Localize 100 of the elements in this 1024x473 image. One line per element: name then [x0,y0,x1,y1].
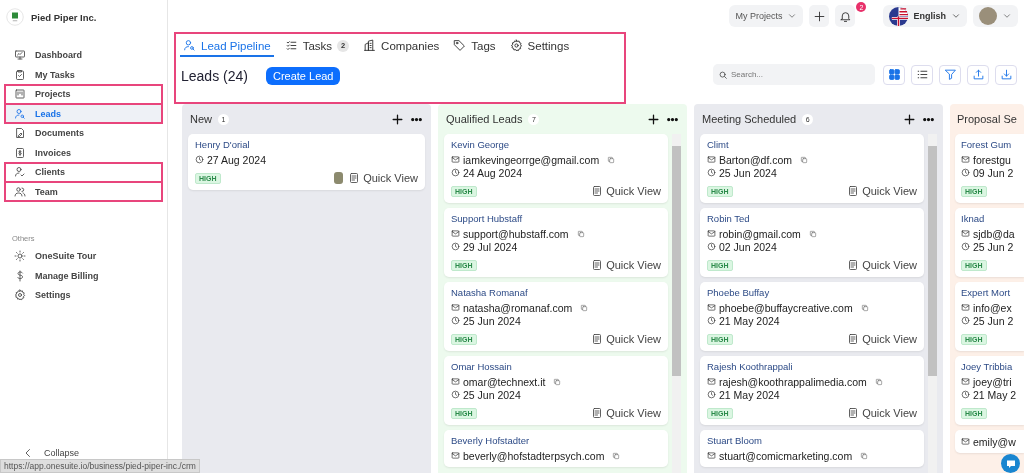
grid-view-button[interactable] [883,64,905,85]
scrollbar[interactable] [928,134,937,473]
quick-view-link[interactable]: Quick View [847,333,917,345]
create-lead-button[interactable]: Create Lead [265,67,341,85]
list-view-button[interactable] [911,64,933,85]
tab[interactable]: Companies [360,37,443,57]
note-icon [348,172,361,184]
scrollbar[interactable] [672,134,681,473]
clock-icon [451,316,460,325]
sidebar-item[interactable]: Settings [6,286,161,304]
download-button[interactable] [995,64,1017,85]
lead-name[interactable]: Iknad [961,213,1024,224]
notification-button[interactable] [835,5,856,27]
lead-name[interactable]: Rajesh Koothrappali [707,361,917,372]
lead-card[interactable]: Stuart Bloom stuart@comicmarketing.com [700,430,924,467]
email-text: rajesh@koothrappalimedia.com [719,375,867,388]
note-icon [591,407,604,419]
sidebar-item[interactable]: Dashboard [6,46,161,64]
copy-icon [576,229,585,238]
lead-name[interactable]: Joey Tribbia [961,361,1024,372]
profile-dropdown[interactable] [973,5,1018,27]
sidebar-item[interactable]: Clients [6,163,161,181]
mail-icon [961,377,970,386]
clock-icon [961,390,970,399]
date-text: 21 May 2024 [719,314,780,327]
sidebar-item[interactable]: Team [6,183,161,200]
sidebar-item[interactable]: Documents [6,124,161,142]
email-text: emily@w [973,435,1016,448]
clock-icon [451,168,460,177]
date-text: 24 Aug 2024 [463,166,522,179]
copy-icon [860,451,869,460]
lead-name[interactable]: Henry D'orial [195,139,418,150]
tab[interactable]: Tags [450,37,499,57]
quick-view-link[interactable]: Quick View [591,333,661,345]
copy-icon [874,377,883,386]
company-name: Pied Piper Inc. [31,11,97,23]
lead-card[interactable]: Beverly Hofstadter beverly@hofstadterpsych.com [444,430,668,467]
email-text: omar@technext.it [463,375,546,388]
quick-view-link[interactable]: Quick View [591,259,661,271]
date-text: 29 Jul 2024 [463,240,518,253]
mail-icon [961,229,970,238]
download-icon [999,68,1013,81]
sidebar-item[interactable]: Projects [6,85,161,103]
settings-icon [509,39,523,52]
lead-name[interactable]: Natasha Romanaf [451,287,661,298]
sidebar-item[interactable]: Leads [6,105,161,122]
language-dropdown[interactable]: English [883,5,967,27]
email-text: sjdb@da [973,227,1015,240]
tag-icon [453,39,467,52]
email-text: natasha@romanaf.com [463,301,573,314]
collapse-button[interactable]: Collapse [0,447,167,459]
clock-icon [707,168,716,177]
note-icon [591,185,604,197]
lead-name[interactable]: Phoebe Buffay [707,287,917,298]
search-field[interactable]: Search... [713,64,875,85]
lead-name[interactable]: Beverly Hofstadter [451,435,661,446]
quick-view-link[interactable]: Quick View [847,407,917,419]
tab[interactable]: Settings [506,37,573,57]
clock-icon [707,316,716,325]
email-text: forestgu [973,153,1011,166]
status-url: https://app.onesuite.io/business/pied-piper-inc./crm [0,459,200,473]
lead-name[interactable]: Climt [707,139,917,150]
clock-icon [961,242,970,251]
quick-view-link[interactable]: Quick View [847,259,917,271]
note-icon [847,333,860,345]
date-text: 25 Jun 2024 [463,388,521,401]
lead-name[interactable]: Expert Mort [961,287,1024,298]
tab[interactable]: Lead Pipeline [180,37,274,57]
email-text: stuart@comicmarketing.com [719,449,853,462]
note-icon [847,185,860,197]
plus-icon [903,112,916,126]
sidebar-item[interactable]: My Tasks [6,66,161,83]
sidebar-item[interactable]: Invoices [6,144,161,161]
upload-button[interactable] [967,64,989,85]
copy-icon [553,377,562,386]
note-icon [847,407,860,419]
quick-view-link[interactable]: Quick View [591,407,661,419]
lead-name[interactable]: Robin Ted [707,213,917,224]
quick-view-link[interactable]: Quick View [591,185,661,197]
clock-icon [707,242,716,251]
copy-icon [808,229,817,238]
lead-name[interactable]: Forest Gum [961,139,1024,150]
lead-name[interactable]: Support Hubstaff [451,213,661,224]
date-text: 02 Jun 2024 [719,240,777,253]
dollar-icon [14,269,26,282]
sidebar-item[interactable]: OneSuite Tour [6,247,161,265]
filter-button[interactable] [939,64,961,85]
mail-icon [961,303,970,312]
lead-name[interactable]: Kevin George [451,139,661,150]
quick-view-link[interactable]: Quick View [847,185,917,197]
mail-icon [707,377,716,386]
monitor-icon [14,49,26,61]
project-dropdown[interactable]: My Projects [729,5,804,27]
lead-name[interactable]: Omar Hossain [451,361,661,372]
lead-card[interactable]: emily@w [955,430,1024,453]
add-button[interactable] [809,5,830,27]
mail-icon [451,155,460,164]
quick-view-link[interactable]: Quick View [348,172,418,184]
sidebar-item[interactable]: Manage Billing [6,267,161,284]
lead-name[interactable]: Stuart Bloom [707,435,917,446]
